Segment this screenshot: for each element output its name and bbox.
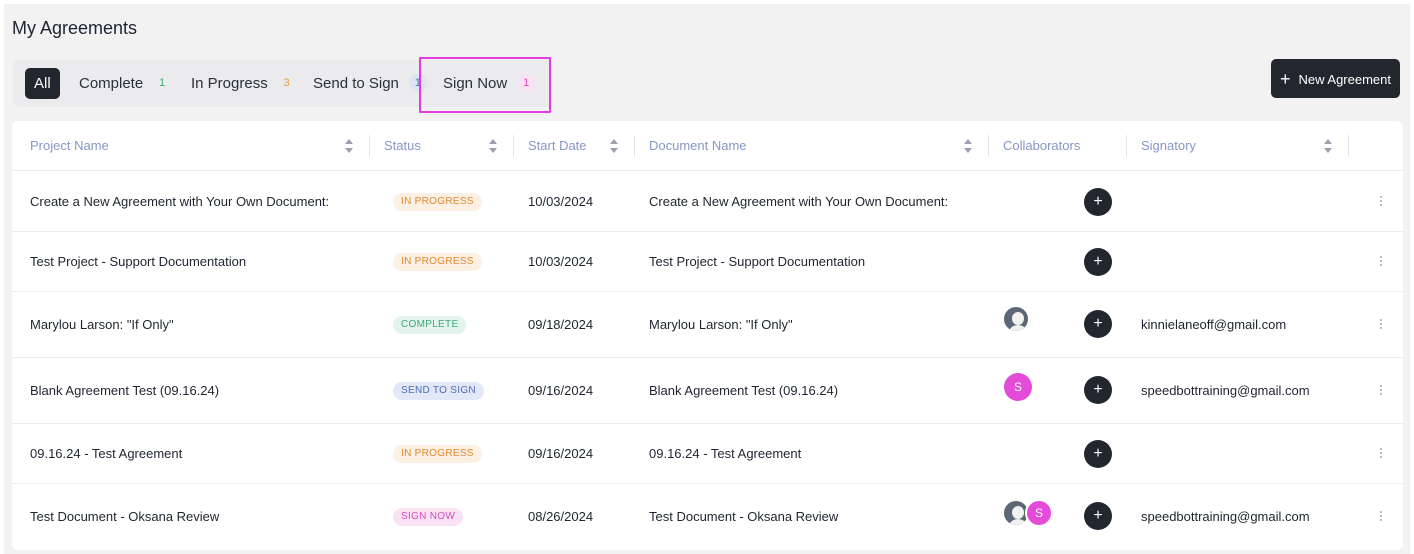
start-date: 09/18/2024 — [528, 317, 594, 332]
status-badge: IN PROGRESS — [393, 193, 482, 211]
tab-complete-label: Complete — [79, 75, 144, 92]
status-badge: SIGN NOW — [393, 508, 464, 526]
page-title: My Agreements — [12, 18, 138, 38]
collaborator-avatar[interactable] — [1002, 305, 1030, 333]
column-divider — [369, 135, 370, 157]
sort-icon[interactable] — [489, 139, 497, 153]
add-collaborator-button[interactable]: + — [1084, 440, 1112, 468]
project-name[interactable]: Create a New Agreement with Your Own Doc… — [30, 194, 329, 209]
start-date: 08/26/2024 — [528, 509, 594, 524]
sort-icon[interactable] — [964, 139, 972, 153]
column-divider — [1348, 135, 1349, 157]
tab-in-progress-count: 3 — [283, 77, 290, 90]
start-date: 09/16/2024 — [528, 383, 594, 398]
column-header-project-name[interactable]: Project Name — [30, 121, 109, 171]
app-frame: My Agreements All Complete 1 In Progress 3… — [4, 4, 1410, 554]
column-header-document-name[interactable]: Document Name — [649, 121, 747, 171]
table-row[interactable]: Test Document - Oksana Review SIGN NOW 0… — [12, 484, 1403, 550]
tab-all[interactable]: All — [25, 68, 60, 99]
column-divider — [513, 135, 514, 157]
column-header-collaborators: Collaborators — [1003, 138, 1081, 153]
document-name[interactable]: Blank Agreement Test (09.16.24) — [649, 383, 838, 398]
collaborator-avatar[interactable]: S — [1025, 499, 1053, 527]
column-header-signatory[interactable]: Signatory — [1141, 121, 1196, 171]
start-date: 10/03/2024 — [528, 254, 594, 269]
new-agreement-label: New Agreement — [1298, 72, 1392, 87]
table-row[interactable]: Marylou Larson: "If Only" COMPLETE 09/18… — [12, 292, 1403, 358]
sort-icon[interactable] — [1324, 139, 1332, 153]
status-badge: IN PROGRESS — [393, 445, 482, 463]
sort-icon[interactable] — [345, 139, 353, 153]
new-agreement-button[interactable]: + New Agreement — [1271, 59, 1400, 98]
project-name[interactable]: Blank Agreement Test (09.16.24) — [30, 383, 219, 398]
add-collaborator-button[interactable]: + — [1084, 502, 1112, 530]
signatory-email: kinnielaneoff@gmail.com — [1141, 317, 1287, 332]
add-collaborator-button[interactable]: + — [1084, 310, 1112, 338]
tab-complete-count: 1 — [159, 77, 166, 90]
tab-in-progress[interactable]: In Progress 3 — [191, 68, 296, 99]
document-name[interactable]: Create a New Agreement with Your Own Doc… — [649, 194, 948, 209]
status-badge: IN PROGRESS — [393, 253, 482, 271]
project-name[interactable]: Test Document - Oksana Review — [30, 509, 219, 524]
more-options-icon[interactable] — [1379, 511, 1383, 523]
column-header-start-date[interactable]: Start Date — [528, 121, 587, 171]
sort-icon[interactable] — [610, 139, 618, 153]
add-collaborator-button[interactable]: + — [1084, 376, 1112, 404]
table-row[interactable]: 09.16.24 - Test Agreement IN PROGRESS 09… — [12, 424, 1403, 484]
document-name[interactable]: Test Document - Oksana Review — [649, 509, 838, 524]
table-row[interactable]: Create a New Agreement with Your Own Doc… — [12, 172, 1403, 232]
status-badge: SEND TO SIGN — [393, 382, 484, 400]
add-collaborator-button[interactable]: + — [1084, 188, 1112, 216]
signatory-email: speedbottraining@gmail.com — [1141, 509, 1310, 524]
tab-all-label: All — [34, 75, 51, 92]
tab-send-to-sign-label: Send to Sign — [313, 75, 399, 92]
column-divider — [988, 135, 989, 157]
more-options-icon[interactable] — [1379, 196, 1383, 208]
tab-in-progress-label: In Progress — [191, 75, 268, 92]
column-header-status[interactable]: Status — [384, 121, 421, 171]
table-row[interactable]: Blank Agreement Test (09.16.24) SEND TO … — [12, 358, 1403, 424]
more-options-icon[interactable] — [1379, 448, 1383, 460]
start-date: 09/16/2024 — [528, 446, 594, 461]
more-options-icon[interactable] — [1379, 319, 1383, 331]
project-name[interactable]: Marylou Larson: "If Only" — [30, 317, 174, 332]
start-date: 10/03/2024 — [528, 194, 594, 209]
plus-icon: + — [1279, 69, 1291, 89]
tab-send-to-sign[interactable]: Send to Sign 1 — [313, 68, 427, 99]
document-name[interactable]: 09.16.24 - Test Agreement — [649, 446, 801, 461]
more-options-icon[interactable] — [1379, 385, 1383, 397]
signatory-email: speedbottraining@gmail.com — [1141, 383, 1310, 398]
more-options-icon[interactable] — [1379, 256, 1383, 268]
document-name[interactable]: Test Project - Support Documentation — [649, 254, 865, 269]
tab-complete[interactable]: Complete 1 — [79, 68, 171, 99]
column-divider — [1126, 135, 1127, 157]
project-name[interactable]: Test Project - Support Documentation — [30, 254, 246, 269]
table-header: Project Name Status Start Date Document … — [12, 121, 1403, 171]
project-name[interactable]: 09.16.24 - Test Agreement — [30, 446, 182, 461]
collaborator-avatar[interactable]: S — [1004, 373, 1032, 401]
table-row[interactable]: Test Project - Support Documentation IN … — [12, 232, 1403, 292]
document-name[interactable]: Marylou Larson: "If Only" — [649, 317, 793, 332]
status-badge: COMPLETE — [393, 316, 467, 334]
agreements-table: Project Name Status Start Date Document … — [12, 121, 1403, 550]
sign-now-highlight-box — [419, 57, 551, 113]
column-divider — [634, 135, 635, 157]
add-collaborator-button[interactable]: + — [1084, 248, 1112, 276]
